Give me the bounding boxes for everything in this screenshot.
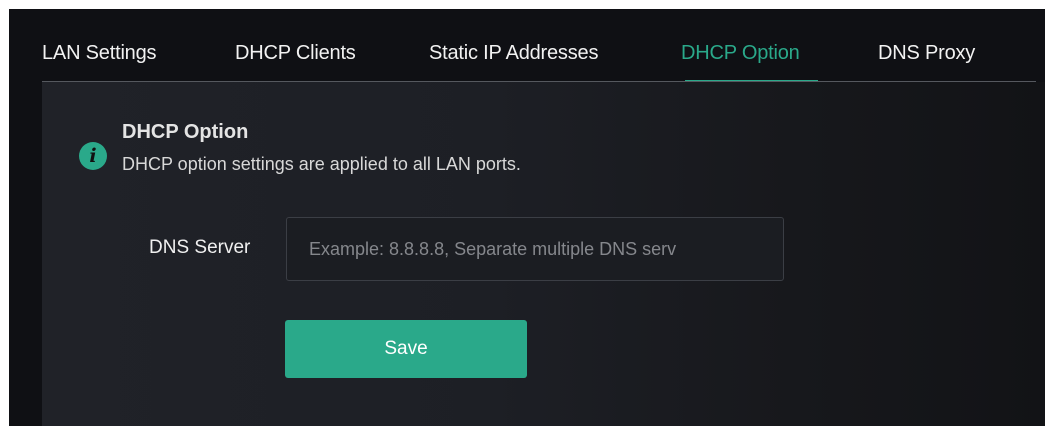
info-icon: i [79, 142, 107, 170]
tab-dns-proxy[interactable]: DNS Proxy [878, 42, 975, 65]
dhcp-option-panel: i DHCP Option DHCP option settings are a… [42, 82, 1045, 426]
dns-server-label: DNS Server [149, 237, 251, 258]
info-description: DHCP option settings are applied to all … [122, 154, 521, 174]
tab-static-ip-addresses[interactable]: Static IP Addresses [429, 42, 598, 65]
tab-dhcp-option[interactable]: DHCP Option [681, 42, 800, 65]
dns-server-input[interactable] [286, 217, 784, 281]
app-frame: LAN Settings DHCP Clients Static IP Addr… [9, 9, 1045, 426]
info-title: DHCP Option [122, 121, 249, 143]
tab-lan-settings[interactable]: LAN Settings [42, 42, 157, 65]
save-button[interactable]: Save [285, 320, 527, 378]
tab-dhcp-clients[interactable]: DHCP Clients [235, 42, 356, 65]
tab-bar: LAN Settings DHCP Clients Static IP Addr… [9, 9, 1036, 79]
